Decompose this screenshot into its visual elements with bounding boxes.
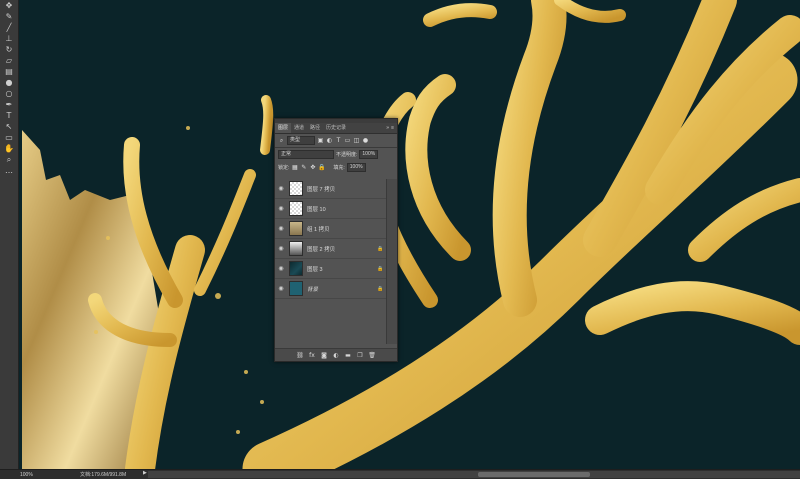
path-selection-icon[interactable]: ↖ bbox=[0, 121, 18, 132]
layer-thumbnail bbox=[289, 221, 303, 236]
filter-pixel-icon[interactable]: ▣ bbox=[317, 137, 324, 144]
scrollbar-thumb[interactable] bbox=[478, 472, 590, 477]
gold-fleck bbox=[94, 330, 98, 334]
lock-label: 锁定: bbox=[278, 165, 290, 171]
opacity-input[interactable]: 100% bbox=[359, 150, 379, 159]
tab-layers[interactable]: 图层 bbox=[275, 123, 292, 133]
status-menu-icon[interactable]: ▶ bbox=[143, 470, 147, 476]
lock-image-icon[interactable]: ✎ bbox=[300, 164, 307, 171]
link-layers-icon[interactable]: ⛓ bbox=[296, 352, 304, 359]
layer-row[interactable]: ◉ 图层 3 🔒 bbox=[275, 259, 387, 279]
layer-name: 图层 3 bbox=[307, 266, 323, 273]
filter-type-icon[interactable]: T bbox=[335, 137, 342, 144]
delete-layer-icon[interactable]: 🗑 bbox=[368, 352, 376, 359]
layer-row[interactable]: ◉ 组 1 拷贝 bbox=[275, 219, 387, 239]
stamp-icon[interactable]: ⊥ bbox=[0, 33, 18, 44]
layers-list: ◉ 图层 7 拷贝 ◉ 图层 10 ◉ 组 1 拷贝 ◉ 图层 2 拷贝 🔒 ◉ 图层 3 🔒 ◉ 背景 🔒 bbox=[275, 179, 387, 344]
layers-scrollbar[interactable] bbox=[386, 179, 397, 344]
blur-icon[interactable]: ● bbox=[0, 77, 18, 88]
filter-row: ⌕ 类型 ▣ ◐ T ▭ ◫ ● bbox=[275, 134, 397, 147]
shape-icon[interactable]: ▭ bbox=[0, 132, 18, 143]
horizontal-scrollbar[interactable] bbox=[148, 471, 800, 478]
add-mask-icon[interactable]: ◙ bbox=[321, 352, 328, 359]
document-canvas[interactable] bbox=[0, 0, 800, 478]
zoom-icon[interactable]: ⌕ bbox=[0, 154, 18, 165]
zoom-level[interactable]: 100% bbox=[0, 472, 38, 478]
layer-thumbnail bbox=[289, 181, 303, 196]
search-icon: ⌕ bbox=[279, 136, 284, 144]
layer-name: 组 1 拷贝 bbox=[307, 226, 330, 233]
blend-row: 正常 不透明度: 100% bbox=[275, 148, 397, 161]
layer-row[interactable]: ◉ 图层 10 bbox=[275, 199, 387, 219]
layer-row[interactable]: ◉ 背景 🔒 bbox=[275, 279, 387, 299]
history-brush-icon[interactable]: ↻ bbox=[0, 44, 18, 55]
gold-fleck bbox=[244, 370, 248, 374]
brush-icon[interactable]: ╱ bbox=[0, 22, 18, 33]
layers-bottom-bar: ⛓ fx ◙ ◐ ▬ ❐ 🗑 bbox=[275, 348, 397, 361]
gold-fleck bbox=[236, 430, 240, 434]
layer-name: 图层 10 bbox=[307, 206, 326, 213]
gold-fleck bbox=[260, 400, 264, 404]
visibility-eye-icon[interactable]: ◉ bbox=[275, 245, 287, 252]
tab-paths[interactable]: 路径 bbox=[307, 123, 323, 133]
layer-thumbnail bbox=[289, 201, 303, 216]
new-group-icon[interactable]: ▬ bbox=[345, 352, 352, 359]
document-info: 文档:179.6M/991.8M bbox=[80, 472, 127, 478]
antler-left-tine-4 bbox=[260, 95, 274, 155]
layer-row[interactable]: ◉ 图层 2 拷贝 🔒 bbox=[275, 239, 387, 259]
tab-channels[interactable]: 通道 bbox=[291, 123, 307, 133]
layer-name: 背景 bbox=[307, 286, 319, 293]
filter-kind-select[interactable]: 类型 bbox=[287, 136, 315, 145]
new-layer-icon[interactable]: ❐ bbox=[357, 352, 364, 359]
fill-input[interactable]: 100% bbox=[346, 163, 366, 172]
visibility-eye-icon[interactable]: ◉ bbox=[275, 225, 287, 232]
layer-name: 图层 7 拷贝 bbox=[307, 186, 336, 193]
dodge-icon[interactable]: ○ bbox=[0, 88, 18, 99]
visibility-eye-icon[interactable]: ◉ bbox=[275, 205, 287, 212]
gradient-icon[interactable]: ▤ bbox=[0, 66, 18, 77]
lock-transparent-icon[interactable]: ▦ bbox=[291, 164, 298, 171]
filter-smart-icon[interactable]: ◫ bbox=[353, 137, 360, 144]
adjustment-layer-icon[interactable]: ◐ bbox=[333, 352, 340, 359]
eraser-icon[interactable]: ▱ bbox=[0, 55, 18, 66]
lock-all-icon[interactable]: 🔒 bbox=[318, 164, 325, 171]
hand-icon[interactable]: ✋ bbox=[0, 143, 18, 154]
filter-adjustment-icon[interactable]: ◐ bbox=[326, 137, 333, 144]
visibility-eye-icon[interactable]: ◉ bbox=[275, 285, 287, 292]
layer-thumbnail bbox=[289, 261, 303, 276]
layer-name: 图层 2 拷贝 bbox=[307, 246, 336, 253]
collapse-icon[interactable]: » bbox=[386, 125, 389, 131]
tools-panel: ✥ ✎ ╱ ⊥ ↻ ▱ ▤ ● ○ ✒ T ↖ ▭ ✋ ⌕… bbox=[0, 0, 19, 469]
tab-history[interactable]: 历史记录 bbox=[323, 123, 349, 133]
lock-position-icon[interactable]: ✥ bbox=[309, 164, 316, 171]
panel-menu-icon[interactable]: ≡ bbox=[391, 125, 394, 131]
panel-tabs: 图层 通道 路径 历史记录 » ≡ bbox=[275, 123, 397, 134]
panel-controls: » ≡ bbox=[386, 125, 397, 131]
type-icon[interactable]: T bbox=[0, 110, 18, 121]
layer-row[interactable]: ◉ 图层 7 拷贝 bbox=[275, 179, 387, 199]
pen-icon[interactable]: ✒ bbox=[0, 99, 18, 110]
layer-thumbnail bbox=[289, 241, 303, 256]
filter-shape-icon[interactable]: ▭ bbox=[344, 137, 351, 144]
fill-label: 填充: bbox=[333, 165, 345, 171]
visibility-eye-icon[interactable]: ◉ bbox=[275, 185, 287, 192]
visibility-eye-icon[interactable]: ◉ bbox=[275, 265, 287, 272]
gold-fleck bbox=[106, 236, 110, 240]
filter-toggle-icon[interactable]: ● bbox=[362, 137, 369, 144]
layer-thumbnail bbox=[289, 281, 303, 296]
gold-fleck bbox=[186, 126, 190, 130]
move-tool-icon[interactable]: ✥ bbox=[0, 0, 18, 11]
layer-style-icon[interactable]: fx bbox=[309, 352, 316, 359]
more-tools-icon[interactable]: … bbox=[0, 165, 18, 176]
gold-fleck bbox=[215, 293, 221, 299]
lock-row: 锁定: ▦ ✎ ✥ 🔒 填充: 100% bbox=[275, 161, 397, 174]
layers-panel: 图层 通道 路径 历史记录 » ≡ ⌕ 类型 ▣ ◐ T ▭ ◫ ● 正常 不透… bbox=[274, 118, 398, 362]
opacity-label: 不透明度: bbox=[336, 152, 358, 158]
blend-mode-select[interactable]: 正常 bbox=[278, 150, 334, 159]
pen-tool-icon[interactable]: ✎ bbox=[0, 11, 18, 22]
